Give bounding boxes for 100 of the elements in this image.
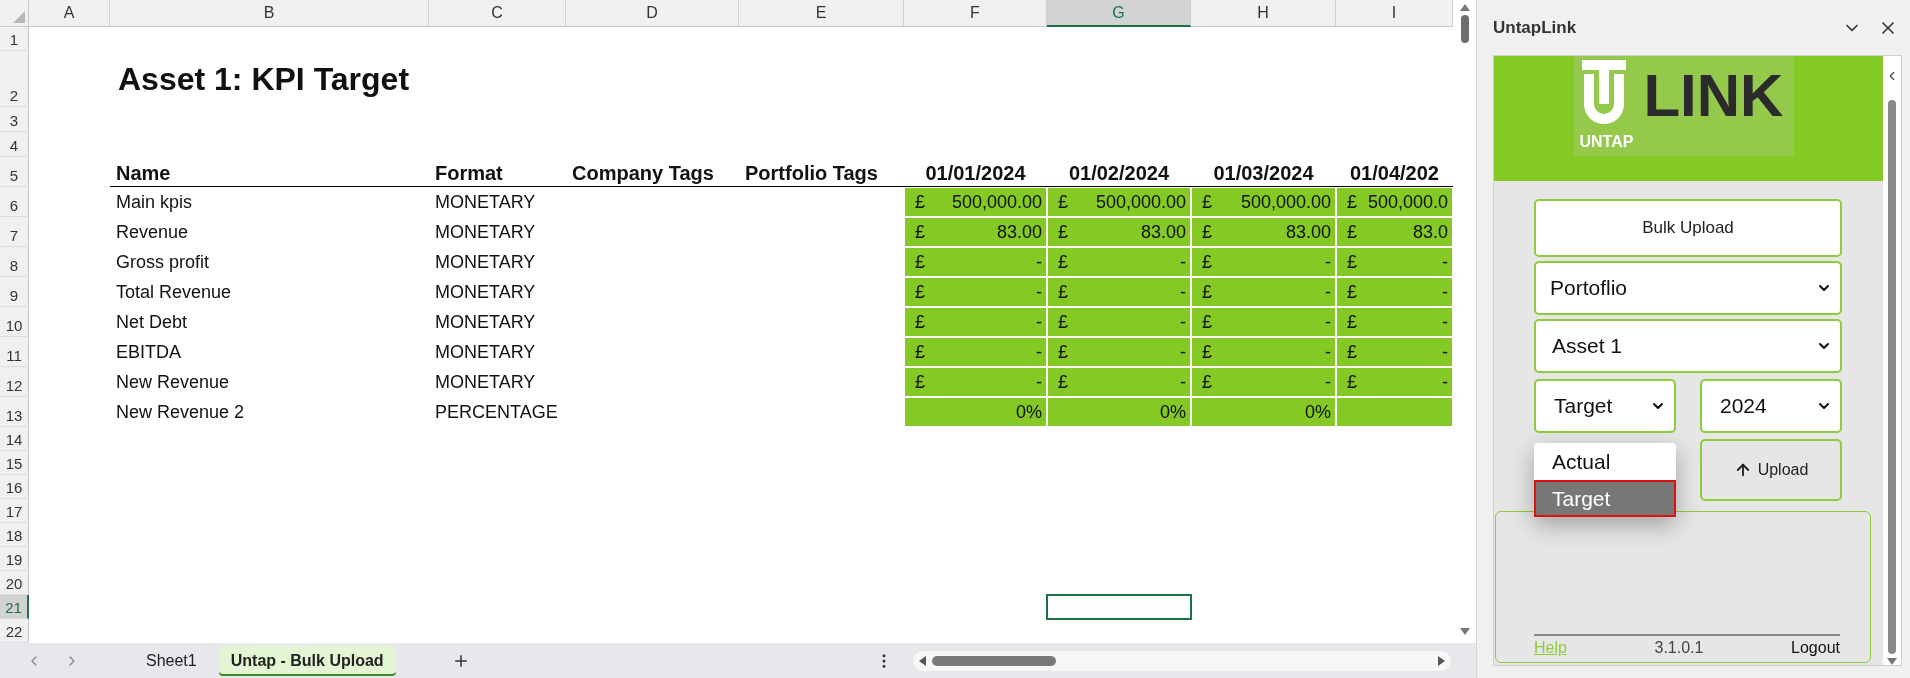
column-header: Format <box>429 157 566 187</box>
column-header: Company Tags <box>566 157 739 187</box>
currency-symbol: £ <box>915 221 925 243</box>
version-label: 3.1.0.1 <box>1654 639 1704 657</box>
row-number[interactable]: 9 <box>0 277 29 307</box>
cell-value: - <box>1325 251 1331 273</box>
currency-symbol: £ <box>1058 281 1068 303</box>
sheet-tab[interactable]: Untap - Bulk Upload <box>218 645 396 676</box>
row-number[interactable]: 3 <box>0 107 29 132</box>
sheet-tab[interactable]: Sheet1 <box>134 645 209 676</box>
cell-value: - <box>1442 281 1448 303</box>
row-number[interactable]: 4 <box>0 132 29 157</box>
row-number[interactable]: 12 <box>0 367 29 397</box>
row-number[interactable]: 2 <box>0 51 29 107</box>
column-letter[interactable]: A <box>29 0 110 27</box>
dropdown-option[interactable]: Actual <box>1534 443 1676 480</box>
cell-value: 500,000.00 <box>1095 191 1186 213</box>
column-letter[interactable]: B <box>110 0 429 27</box>
panel-scrollbar[interactable] <box>1883 56 1901 665</box>
cell-value: - <box>1325 371 1331 393</box>
table-cell-text: MONETARY <box>434 311 536 333</box>
cell-value: - <box>1442 371 1448 393</box>
cell-value: 0% <box>1160 401 1186 423</box>
table-cell-text: Net Debt <box>115 311 188 333</box>
selected-cell[interactable] <box>1046 594 1192 620</box>
logo-tagline: UNTAP <box>1579 133 1635 151</box>
column-letter[interactable]: E <box>739 0 904 27</box>
cell-value: 500,000.00 <box>1240 191 1331 213</box>
column-letter[interactable]: G <box>1047 0 1191 27</box>
currency-symbol: £ <box>1058 371 1068 393</box>
currency-symbol: £ <box>1202 371 1212 393</box>
cell-value: 0% <box>1305 401 1331 423</box>
upload-button[interactable]: Upload <box>1700 439 1842 501</box>
dropdown-option[interactable]: Target <box>1534 480 1676 517</box>
row-number[interactable]: 15 <box>0 451 29 475</box>
table-cell-text: EBITDA <box>115 341 181 363</box>
bulk-upload-button[interactable]: Bulk Upload <box>1534 199 1842 257</box>
row-number[interactable]: 14 <box>0 427 29 451</box>
currency-symbol: £ <box>1058 311 1068 333</box>
cell-value: - <box>1325 341 1331 363</box>
row-number[interactable]: 5 <box>0 157 29 187</box>
row-number[interactable]: 18 <box>0 523 29 547</box>
cell-value: 83.00 <box>1285 221 1331 243</box>
scroll-down-icon[interactable] <box>1887 658 1897 665</box>
currency-symbol: £ <box>915 371 925 393</box>
row-number[interactable]: 17 <box>0 499 29 523</box>
row-number[interactable]: 19 <box>0 547 29 571</box>
cell-value: 500,000.00 <box>951 191 1042 213</box>
cell-value: 500,000.0 <box>1367 191 1448 213</box>
asset-select[interactable]: Asset 1 <box>1534 319 1842 373</box>
table-cell-text: MONETARY <box>434 341 536 363</box>
currency-symbol: £ <box>915 251 925 273</box>
portfolio-select[interactable]: Portoflio <box>1534 261 1842 315</box>
row-number[interactable]: 7 <box>0 217 29 247</box>
cell-value: - <box>1442 341 1448 363</box>
currency-symbol: £ <box>915 281 925 303</box>
logo-wordmark: LINK <box>1643 66 1785 126</box>
table-cell-text: MONETARY <box>434 221 536 243</box>
column-letter[interactable]: I <box>1336 0 1453 27</box>
scroll-thumb[interactable] <box>931 655 1056 666</box>
scroll-left-icon[interactable] <box>918 655 926 666</box>
row-number[interactable]: 20 <box>0 571 29 595</box>
scroll-thumb[interactable] <box>1888 100 1896 654</box>
row-number[interactable]: 10 <box>0 307 29 337</box>
corner-triangle-icon <box>13 11 25 23</box>
scroll-up-icon[interactable] <box>1459 4 1470 11</box>
row-number[interactable]: 11 <box>0 337 29 367</box>
currency-symbol: £ <box>1347 221 1357 243</box>
cell-value: - <box>1442 251 1448 273</box>
column-letter[interactable]: D <box>566 0 739 27</box>
year-select[interactable]: 2024 <box>1700 379 1842 433</box>
table-cell-text: MONETARY <box>434 281 536 303</box>
currency-symbol: £ <box>1347 311 1357 333</box>
currency-symbol: £ <box>1202 311 1212 333</box>
row-number[interactable]: 21 <box>0 595 29 619</box>
currency-symbol: £ <box>1058 191 1068 213</box>
horizontal-scrollbar[interactable] <box>912 650 1451 671</box>
cell-value: - <box>1036 311 1042 333</box>
column-letter[interactable]: C <box>429 0 566 27</box>
column-header: Portfolio Tags <box>739 157 904 187</box>
type-select[interactable]: Target <box>1534 379 1676 433</box>
column-letter[interactable]: F <box>904 0 1047 27</box>
cell-value: - <box>1180 281 1186 303</box>
row-number[interactable]: 8 <box>0 247 29 277</box>
cell-value: 83.00 <box>996 221 1042 243</box>
currency-symbol: £ <box>1347 251 1357 273</box>
row-number[interactable]: 13 <box>0 397 29 427</box>
row-number[interactable]: 1 <box>0 27 29 51</box>
cell-value: - <box>1180 371 1186 393</box>
logout-link[interactable]: Logout <box>1791 639 1840 657</box>
row-number[interactable]: 6 <box>0 187 29 217</box>
currency-symbol: £ <box>915 341 925 363</box>
scroll-thumb[interactable] <box>1460 15 1469 43</box>
cell-value: - <box>1180 341 1186 363</box>
column-letter[interactable]: H <box>1191 0 1336 27</box>
row-number[interactable]: 22 <box>0 619 29 643</box>
table-cell-text: Revenue <box>115 221 189 243</box>
scroll-down-icon[interactable] <box>1459 628 1470 635</box>
scroll-right-icon[interactable] <box>1437 655 1445 666</box>
row-number[interactable]: 16 <box>0 475 29 499</box>
